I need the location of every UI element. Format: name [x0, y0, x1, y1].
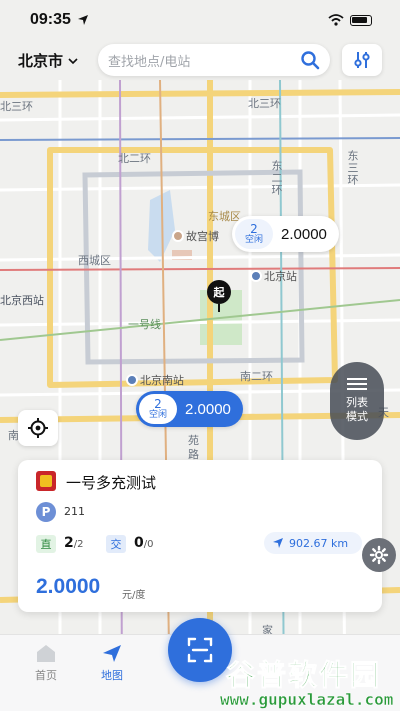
wifi-icon	[328, 14, 344, 26]
city-selector[interactable]: 北京市	[18, 50, 78, 71]
bubble-count-value: 2	[250, 221, 258, 236]
settings-fab[interactable]	[362, 538, 396, 572]
list-mode-button[interactable]: 列表模式	[330, 362, 384, 440]
station-bubble-selected[interactable]: 2 空闲 2.0000	[136, 391, 243, 427]
city-label: 北京市	[18, 52, 64, 70]
watermark-title: 谷普软件园	[225, 658, 382, 693]
poi-beijing-station[interactable]: 北京站	[250, 268, 297, 284]
poi-label: 北京南站	[140, 374, 184, 387]
station-bubble[interactable]: 2 空闲 2.0000	[232, 216, 339, 252]
locate-button[interactable]	[18, 410, 58, 446]
navigate-icon	[273, 538, 283, 548]
train-icon	[126, 374, 138, 386]
chevron-down-icon	[68, 57, 78, 64]
bubble-price: 2.0000	[281, 225, 327, 243]
gear-icon	[369, 545, 389, 565]
station-price: 2.0000	[36, 575, 101, 598]
dc-count: 2/2	[64, 535, 83, 551]
ac-total: /0	[143, 539, 154, 550]
nav-map-label: 地图	[101, 669, 123, 682]
locate-icon	[28, 418, 48, 438]
nav-home-label: 首页	[35, 669, 57, 682]
home-icon	[37, 645, 55, 662]
watermark-url: www.gupuxlazal.com	[220, 690, 394, 709]
brand-logo-icon	[36, 471, 56, 491]
label-north2: 北二环	[118, 152, 151, 165]
label-north3: 北三环	[248, 97, 281, 110]
ac-count: 0/0	[134, 535, 153, 551]
price-unit: 元/度	[122, 590, 146, 601]
search-icon[interactable]	[300, 50, 320, 70]
watermark: 谷普软件园 www.gupuxlazal.com	[218, 652, 400, 711]
label-east2: 东二环	[270, 160, 283, 196]
battery-icon	[350, 14, 372, 26]
bubble-count: 2 空闲	[139, 394, 177, 424]
dc-tag: 直	[36, 535, 56, 553]
parking-badge: P	[36, 502, 56, 522]
status-bar: 09:35	[0, 0, 400, 40]
label-xicheng: 西城区	[78, 254, 111, 267]
parking-value: 211	[64, 505, 85, 518]
station-card[interactable]: 一号多充测试 P 211 直 2/2 交 0/0 902.67 km 2.000…	[18, 460, 382, 612]
status-time: 09:35	[30, 11, 71, 28]
filter-icon	[354, 52, 370, 68]
station-name: 一号多充测试	[66, 474, 157, 492]
train-icon	[250, 270, 262, 282]
bubble-status: 空闲	[244, 234, 263, 245]
list-mode-label: 列表模式	[346, 395, 368, 423]
poi-palace[interactable]: 故宫博	[172, 228, 219, 244]
label-north3b: 北三环	[0, 100, 33, 113]
bubble-price: 2.0000	[185, 400, 231, 418]
search-bar[interactable]: 查找地点/电站	[98, 44, 330, 76]
bubble-count-value: 2	[154, 396, 162, 411]
poi-label: 故宫博	[186, 230, 219, 243]
scan-icon	[187, 637, 213, 663]
label-south2: 南二环	[240, 370, 273, 383]
dc-total: /2	[73, 539, 84, 550]
label-east3: 东三环	[346, 150, 359, 186]
nav-home[interactable]: 首页	[16, 643, 76, 683]
poi-icon	[172, 230, 184, 242]
list-icon	[347, 377, 367, 390]
label-beijing-west: 北京西站	[0, 294, 44, 307]
bubble-count: 2 空闲	[235, 219, 273, 249]
poi-beijing-south[interactable]: 北京南站	[126, 372, 184, 388]
label-line1: 一号线	[128, 318, 161, 331]
distance: 902.67 km	[289, 536, 349, 550]
nav-map[interactable]: 地图	[82, 643, 142, 683]
start-pin[interactable]: 起	[207, 280, 231, 312]
navigation-arrow-icon	[77, 15, 88, 25]
ac-tag: 交	[106, 535, 126, 553]
map-icon	[103, 645, 121, 662]
dc-available: 2	[64, 535, 74, 551]
filter-button[interactable]	[342, 44, 382, 76]
bubble-status: 空闲	[148, 409, 167, 420]
search-input[interactable]: 查找地点/电站	[108, 51, 300, 70]
navigate-button[interactable]: 902.67 km	[264, 532, 362, 554]
ac-available: 0	[134, 535, 144, 551]
poi-label: 北京站	[264, 270, 297, 283]
